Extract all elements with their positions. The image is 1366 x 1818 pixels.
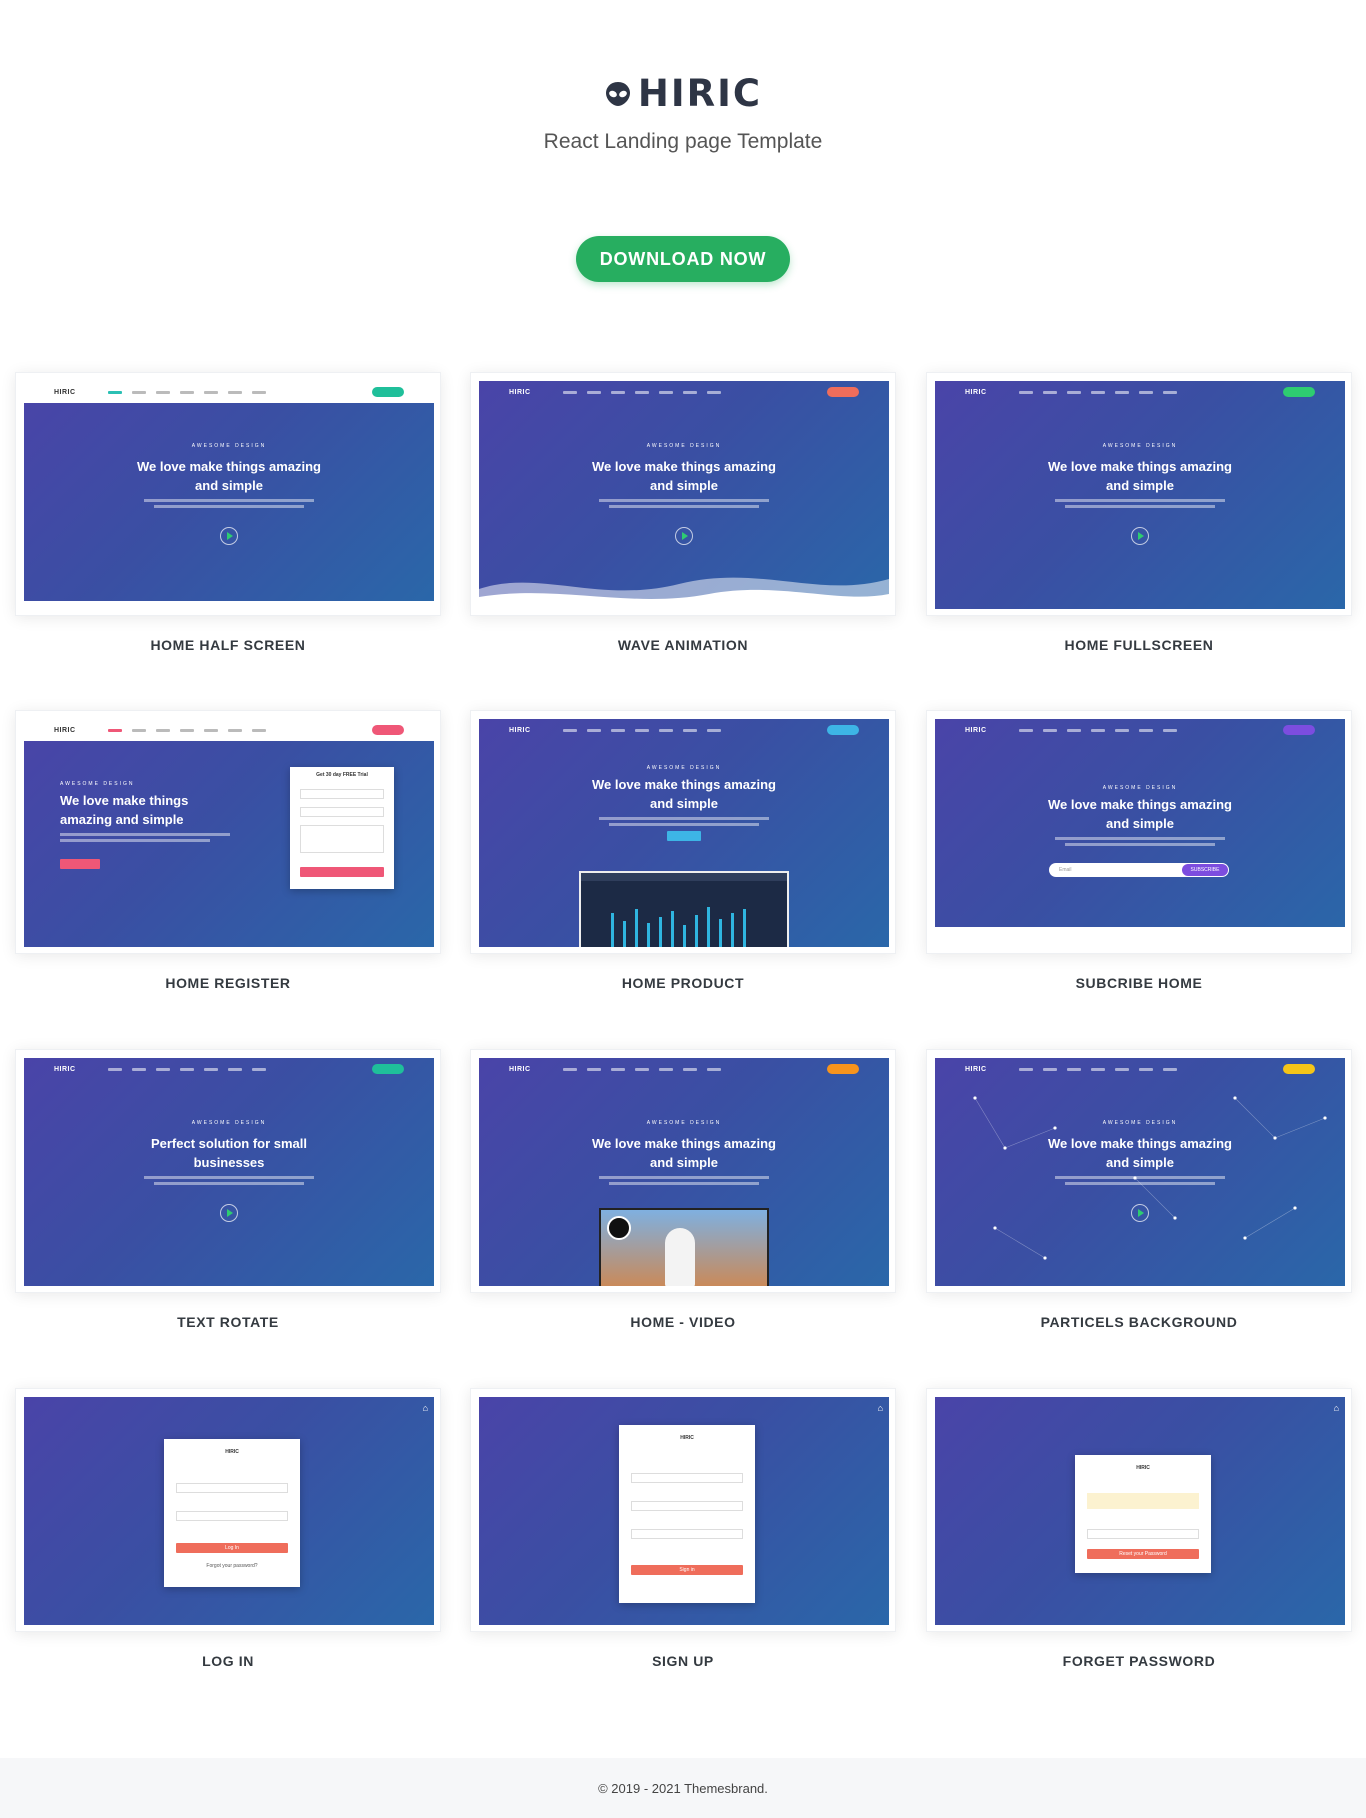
preview-image: ⌂ HIRIC Log In Forgot your password? bbox=[24, 1397, 434, 1625]
footer: © 2019 - 2021 Themesbrand. bbox=[0, 1758, 1366, 1818]
card-label: SUBCRIBE HOME bbox=[1075, 975, 1203, 991]
card-label: WAVE ANIMATION bbox=[617, 637, 749, 653]
preview-image: HIRIC AWESOME DESIGN We love make things… bbox=[24, 719, 434, 947]
download-now-button[interactable]: DOWNLOAD NOW bbox=[576, 236, 790, 282]
home-icon: ⌂ bbox=[422, 1403, 428, 1413]
card-label: HOME HALF SCREEN bbox=[150, 637, 306, 653]
register-form: Get 30 day FREE Trial bbox=[290, 767, 394, 889]
play-icon bbox=[1131, 1204, 1149, 1222]
preview-image: ⌂ HIRIC Sign in bbox=[479, 1397, 889, 1625]
preview-navbar: HIRIC bbox=[479, 1058, 889, 1080]
preview-image: HIRIC AWESOME DESIGN We love make things… bbox=[935, 381, 1345, 609]
get-started-button bbox=[60, 859, 100, 869]
dashboard-mockup bbox=[579, 871, 789, 947]
logo[interactable]: HIRIC bbox=[0, 72, 1366, 115]
card-label: HOME REGISTER bbox=[165, 975, 291, 991]
preview-navbar: HIRIC bbox=[935, 719, 1345, 741]
preview-image: ⌂ HIRIC Reset your Password bbox=[935, 1397, 1345, 1625]
preview-image: HIRIC AWESOME DESIGN We love make things… bbox=[479, 1058, 889, 1286]
preview-navbar: HIRIC bbox=[935, 381, 1345, 403]
card-label: LOG IN bbox=[202, 1653, 254, 1669]
demo-card-particles-background[interactable]: HIRIC AWESOME DESIGN We love make things… bbox=[926, 1049, 1352, 1293]
demo-card-home-half-screen[interactable]: HIRIC AWESOME DESIGN We love make things… bbox=[15, 372, 441, 616]
card-label: HOME - VIDEO bbox=[630, 1314, 736, 1330]
preview-image: HIRIC AWESOME DESIGN We love make things… bbox=[479, 719, 889, 947]
preview-image: HIRIC AWESOME DESIGN We love make things… bbox=[935, 1058, 1345, 1286]
card-label: SIGN UP bbox=[652, 1653, 714, 1669]
play-icon bbox=[1131, 527, 1149, 545]
play-icon bbox=[220, 527, 238, 545]
demo-card-home-product[interactable]: HIRIC AWESOME DESIGN We love make things… bbox=[470, 710, 896, 954]
home-icon: ⌂ bbox=[877, 1403, 883, 1413]
wave-shape bbox=[479, 577, 889, 609]
demo-card-home-video[interactable]: HIRIC AWESOME DESIGN We love make things… bbox=[470, 1049, 896, 1293]
preview-image: HIRIC AWESOME DESIGN We love make things… bbox=[479, 381, 889, 609]
tagline: React Landing page Template bbox=[543, 130, 823, 153]
card-label: FORGET PASSWORD bbox=[1062, 1653, 1216, 1669]
card-label: HOME FULLSCREEN bbox=[1064, 637, 1214, 653]
signup-form: HIRIC Sign in bbox=[619, 1425, 755, 1603]
preview-navbar: HIRIC bbox=[479, 719, 889, 741]
play-icon bbox=[675, 527, 693, 545]
login-form: HIRIC Log In Forgot your password? bbox=[164, 1439, 300, 1587]
preview-image: HIRIC AWESOME DESIGN Perfect solution fo… bbox=[24, 1058, 434, 1286]
card-label: HOME PRODUCT bbox=[621, 975, 745, 991]
demo-card-forget-password[interactable]: ⌂ HIRIC Reset your Password bbox=[926, 1388, 1352, 1632]
reset-form: HIRIC Reset your Password bbox=[1075, 1455, 1211, 1573]
demo-card-wave-animation[interactable]: HIRIC AWESOME DESIGN We love make things… bbox=[470, 372, 896, 616]
demo-card-home-register[interactable]: HIRIC AWESOME DESIGN We love make things… bbox=[15, 710, 441, 954]
particles bbox=[973, 1096, 1327, 1260]
preview-navbar: HIRIC bbox=[24, 381, 434, 403]
preview-navbar: HIRIC bbox=[479, 381, 889, 403]
video-thumbnail bbox=[599, 1208, 769, 1286]
get-started-button bbox=[667, 831, 701, 841]
demo-card-subscribe-home[interactable]: HIRIC AWESOME DESIGN We love make things… bbox=[926, 710, 1352, 954]
demo-card-home-fullscreen[interactable]: HIRIC AWESOME DESIGN We love make things… bbox=[926, 372, 1352, 616]
demo-card-log-in[interactable]: ⌂ HIRIC Log In Forgot your password? bbox=[15, 1388, 441, 1632]
preview-image: HIRIC AWESOME DESIGN We love make things… bbox=[24, 381, 434, 601]
play-icon bbox=[220, 1204, 238, 1222]
preview-navbar: HIRIC bbox=[24, 1058, 434, 1080]
demo-card-sign-up[interactable]: ⌂ HIRIC Sign in bbox=[470, 1388, 896, 1632]
logo-text: HIRIC bbox=[637, 72, 763, 115]
subscribe-form: Email SUBSCRIBE bbox=[1049, 863, 1229, 877]
card-label: PARTICELS BACKGROUND bbox=[1040, 1314, 1238, 1330]
copyright-text: © 2019 - 2021 Themesbrand. bbox=[598, 1780, 768, 1796]
home-icon: ⌂ bbox=[1333, 1403, 1339, 1413]
demo-card-text-rotate[interactable]: HIRIC AWESOME DESIGN Perfect solution fo… bbox=[15, 1049, 441, 1293]
preview-image: HIRIC AWESOME DESIGN We love make things… bbox=[935, 719, 1345, 939]
card-label: TEXT ROTATE bbox=[177, 1314, 279, 1330]
alien-logo-icon bbox=[605, 81, 630, 106]
preview-navbar: HIRIC bbox=[24, 719, 434, 741]
